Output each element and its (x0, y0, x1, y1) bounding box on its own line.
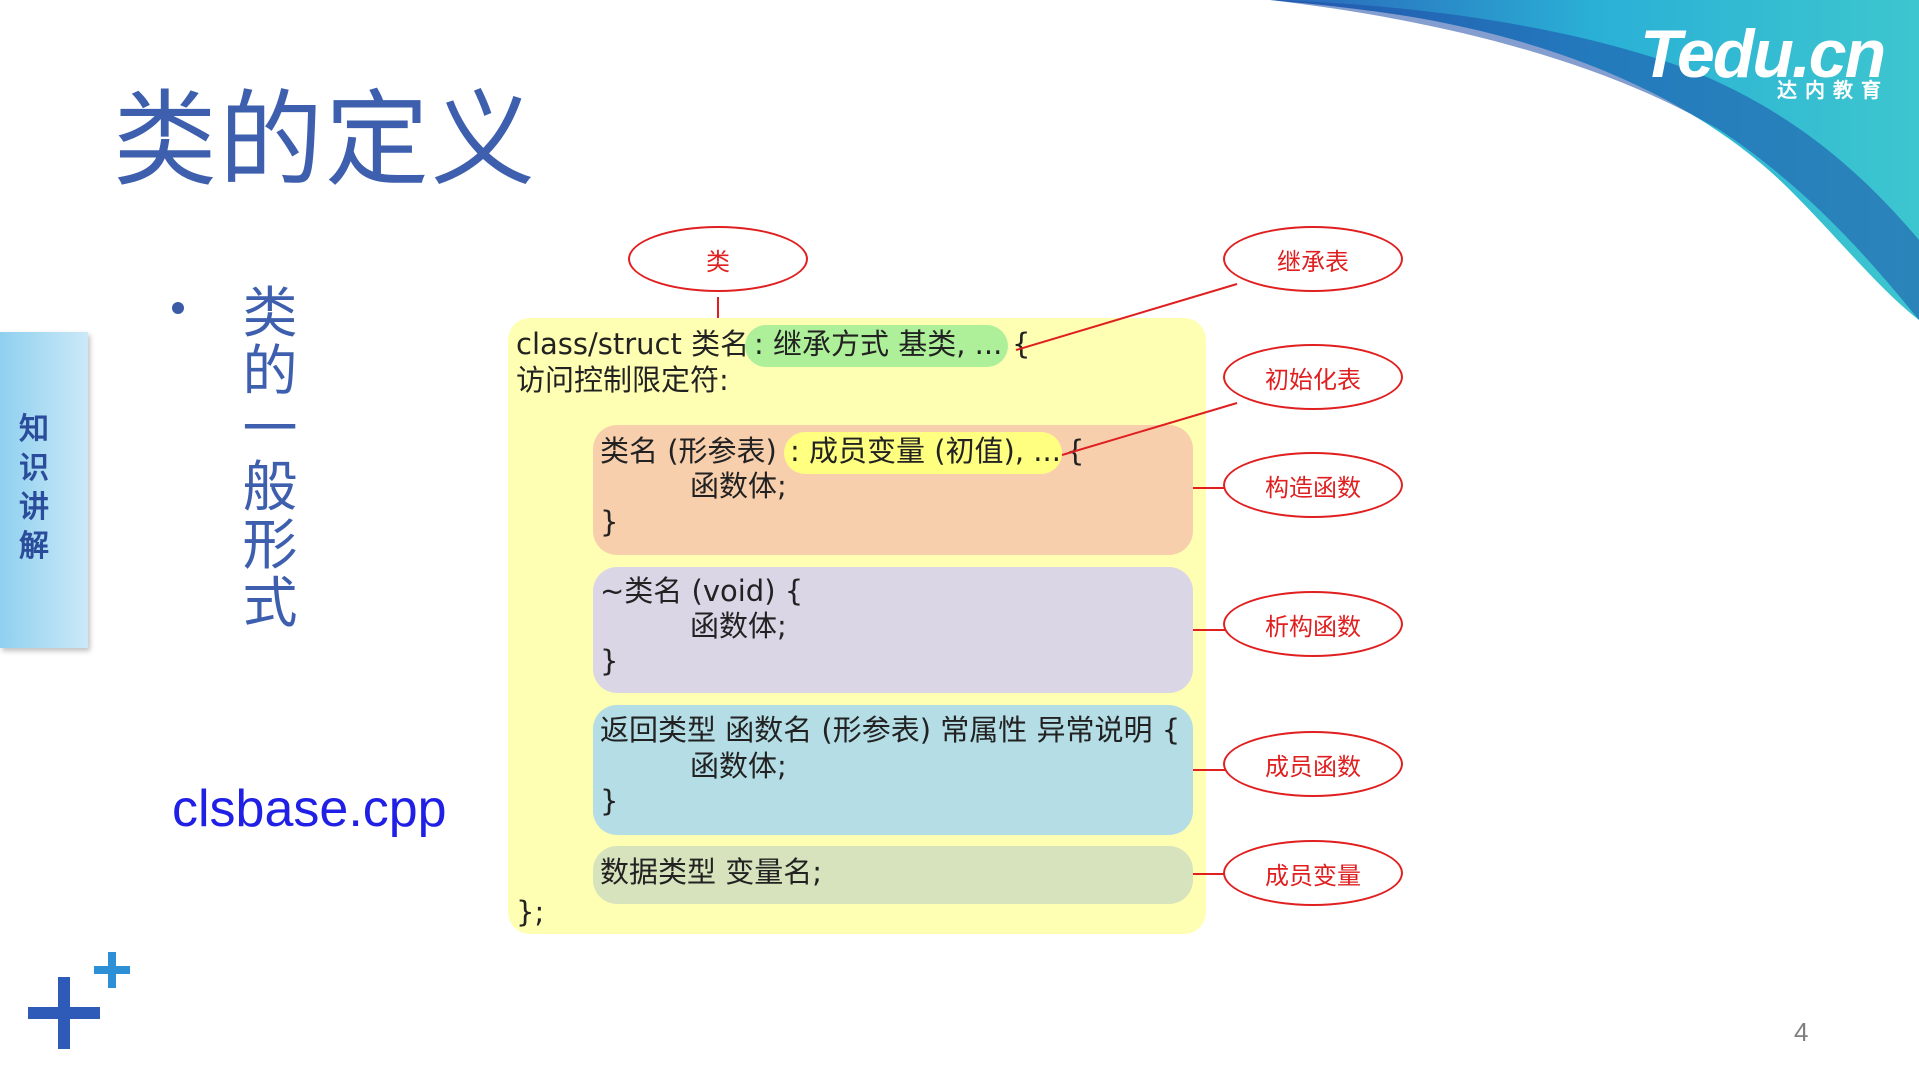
ctor-open-brace: { (1066, 434, 1085, 468)
dtor-body: 函数体; (690, 609, 787, 643)
ctor-body: 函数体; (690, 469, 787, 503)
bullet-text-vertical: 类的一般形式 (242, 281, 298, 635)
var-declaration: 数据类型 变量名; (600, 855, 822, 889)
class-header-prefix: class/struct 类名 (516, 327, 759, 361)
func-header: 返回类型 函数名 (形参表) 常属性 异常说明 { (600, 713, 1181, 747)
page-number: 4 (1794, 1017, 1809, 1047)
label-member-variable: 成员变量 (1223, 840, 1403, 906)
inheritance-text: : 继承方式 基类, ... (754, 327, 1003, 361)
label-inheritance-list: 继承表 (1223, 226, 1403, 292)
dtor-header: ~类名 (void) { (600, 574, 804, 608)
class-close-brace: }; (516, 895, 545, 929)
tedu-logo-subtitle: 达内教育 (1777, 78, 1889, 102)
ctor-header-prefix: 类名 (形参表) (600, 434, 787, 468)
dtor-close-brace: } (600, 644, 619, 678)
func-close-brace: } (600, 784, 619, 818)
label-destructor: 析构函数 (1223, 591, 1403, 657)
label-constructor: 构造函数 (1223, 452, 1403, 518)
ctor-close-brace: } (600, 505, 619, 539)
label-init-list: 初始化表 (1223, 344, 1403, 410)
access-specifier: 访问控制限定符: (516, 363, 729, 397)
plus-icon (28, 952, 130, 1049)
bullet-dot (172, 302, 184, 314)
label-member-function: 成员函数 (1223, 731, 1403, 797)
source-file-link[interactable]: clsbase.cpp (172, 778, 447, 840)
label-class: 类 (628, 226, 808, 292)
func-body: 函数体; (690, 749, 787, 783)
side-section-label: 知识讲解 (19, 412, 49, 564)
init-list-text: : 成员变量 (初值), ... (790, 434, 1061, 468)
slide-title: 类的定义 (113, 79, 538, 201)
class-open-brace: { (1012, 327, 1031, 361)
